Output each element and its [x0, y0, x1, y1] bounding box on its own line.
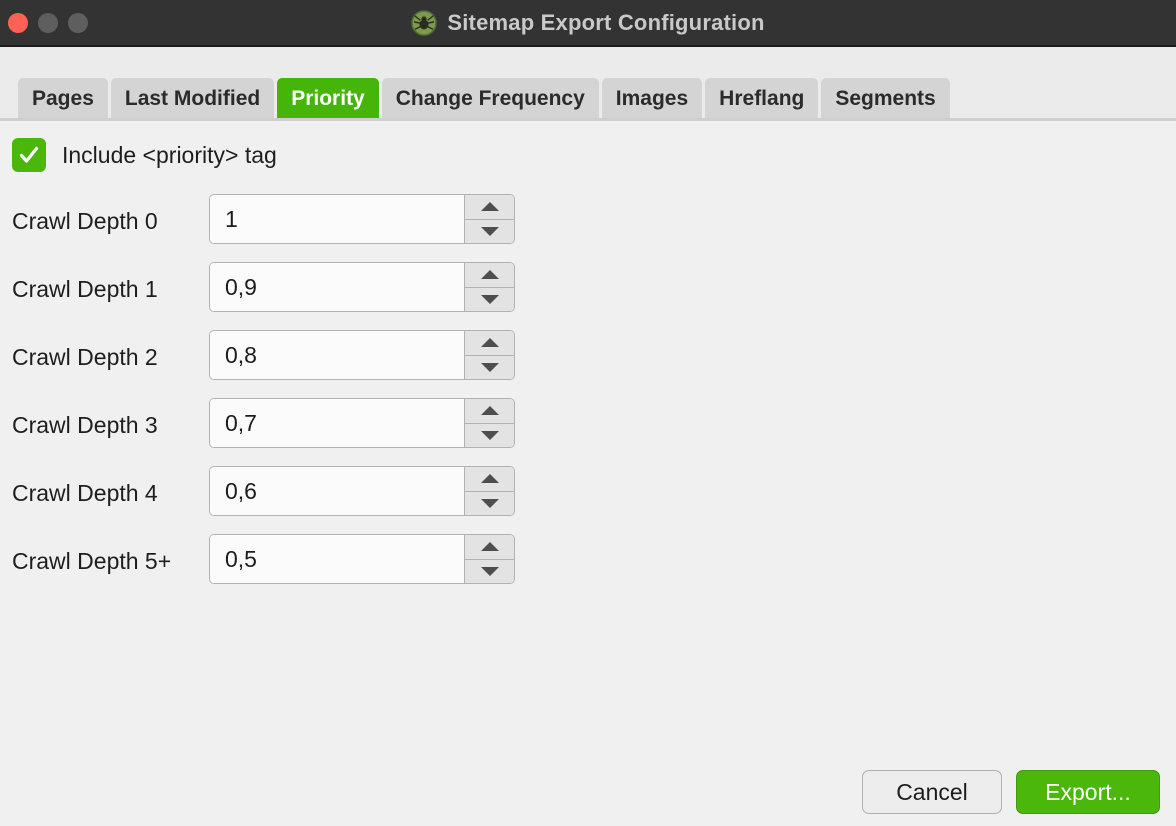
- arrow-down-icon: [480, 294, 499, 304]
- spider-logo-icon: [411, 9, 438, 36]
- close-window-button[interactable]: [8, 12, 28, 33]
- tab-bar: Pages Last Modified Priority Change Freq…: [0, 47, 1176, 121]
- tab-label: Images: [615, 87, 689, 110]
- crawl-depth-0-label: Crawl Depth 0: [12, 208, 158, 234]
- crawl-depth-row: Crawl Depth 3 0,7: [0, 398, 1176, 466]
- crawl-depth-1-decrement-button[interactable]: [465, 287, 514, 311]
- crawl-depth-1-increment-button[interactable]: [465, 263, 514, 288]
- arrow-down-icon: [480, 362, 499, 372]
- arrow-up-icon: [480, 542, 499, 552]
- tab-images[interactable]: Images: [601, 78, 703, 121]
- tab-segments[interactable]: Segments: [821, 78, 950, 121]
- crawl-depth-5plus-increment-button[interactable]: [465, 535, 514, 560]
- crawl-depth-4-input[interactable]: 0,6: [210, 467, 464, 515]
- crawl-depth-1-spinner[interactable]: 0,9: [209, 262, 515, 312]
- arrow-up-icon: [480, 406, 499, 416]
- tab-label: Segments: [835, 87, 936, 110]
- arrow-up-icon: [480, 202, 499, 212]
- window-title: Sitemap Export Configuration: [447, 9, 765, 35]
- crawl-depth-2-label: Crawl Depth 2: [12, 344, 158, 370]
- crawl-depth-3-label: Crawl Depth 3: [12, 412, 158, 438]
- crawl-depth-3-decrement-button[interactable]: [465, 423, 514, 447]
- tab-list: Pages Last Modified Priority Change Freq…: [18, 78, 950, 121]
- cancel-button[interactable]: Cancel: [862, 770, 1002, 814]
- crawl-depth-3-input[interactable]: 0,7: [210, 399, 464, 447]
- crawl-depth-row: Crawl Depth 1 0,9: [0, 262, 1176, 330]
- tab-label: Change Frequency: [395, 87, 585, 110]
- tab-pages[interactable]: Pages: [18, 78, 108, 121]
- crawl-depth-3-stepper: [464, 399, 514, 447]
- crawl-depth-row: Crawl Depth 5+ 0,5: [0, 534, 1176, 602]
- crawl-depth-2-increment-button[interactable]: [465, 331, 514, 356]
- include-priority-tag-row[interactable]: Include <priority> tag: [12, 138, 277, 172]
- crawl-depth-0-stepper: [464, 195, 514, 243]
- arrow-up-icon: [480, 474, 499, 484]
- crawl-depth-4-spinner[interactable]: 0,6: [209, 466, 515, 516]
- arrow-down-icon: [480, 566, 499, 576]
- crawl-depth-5plus-label: Crawl Depth 5+: [12, 548, 172, 574]
- tab-hreflang[interactable]: Hreflang: [705, 78, 819, 121]
- crawl-depth-4-increment-button[interactable]: [465, 467, 514, 492]
- dialog-footer: Cancel Export...: [862, 770, 1160, 814]
- include-priority-tag-label: Include <priority> tag: [62, 141, 277, 168]
- crawl-depth-4-label: Crawl Depth 4: [12, 480, 158, 506]
- crawl-depth-5plus-input[interactable]: 0,5: [210, 535, 464, 583]
- crawl-depth-0-increment-button[interactable]: [465, 195, 514, 220]
- priority-panel: Include <priority> tag Crawl Depth 0 1 C…: [0, 124, 1176, 826]
- crawl-depth-2-spinner[interactable]: 0,8: [209, 330, 515, 380]
- arrow-up-icon: [480, 338, 499, 348]
- tab-label: Pages: [32, 87, 94, 110]
- arrow-down-icon: [480, 498, 499, 508]
- crawl-depth-2-stepper: [464, 331, 514, 379]
- window-titlebar: Sitemap Export Configuration: [0, 0, 1176, 47]
- minimize-window-button[interactable]: [38, 12, 58, 33]
- window-title-group: Sitemap Export Configuration: [0, 0, 1176, 45]
- tab-label: Hreflang: [719, 87, 805, 110]
- crawl-depth-1-input[interactable]: 0,9: [210, 263, 464, 311]
- tab-bar-divider: [0, 118, 1176, 121]
- crawl-depth-3-spinner[interactable]: 0,7: [209, 398, 515, 448]
- crawl-depth-5plus-decrement-button[interactable]: [465, 559, 514, 583]
- crawl-depth-1-stepper: [464, 263, 514, 311]
- crawl-depth-row: Crawl Depth 2 0,8: [0, 330, 1176, 398]
- arrow-down-icon: [480, 226, 499, 236]
- crawl-depth-4-stepper: [464, 467, 514, 515]
- crawl-depth-5plus-stepper: [464, 535, 514, 583]
- crawl-depth-row: Crawl Depth 4 0,6: [0, 466, 1176, 534]
- export-button[interactable]: Export...: [1016, 770, 1160, 814]
- tab-label: Priority: [291, 87, 365, 110]
- crawl-depth-0-decrement-button[interactable]: [465, 219, 514, 243]
- window-controls: [8, 0, 88, 45]
- crawl-depth-2-decrement-button[interactable]: [465, 355, 514, 379]
- crawl-depth-0-input[interactable]: 1: [210, 195, 464, 243]
- crawl-depth-5plus-spinner[interactable]: 0,5: [209, 534, 515, 584]
- crawl-depth-2-input[interactable]: 0,8: [210, 331, 464, 379]
- include-priority-tag-checkbox[interactable]: [12, 138, 46, 172]
- crawl-depth-1-label: Crawl Depth 1: [12, 276, 158, 302]
- crawl-depth-3-increment-button[interactable]: [465, 399, 514, 424]
- crawl-depth-0-spinner[interactable]: 1: [209, 194, 515, 244]
- crawl-depth-row: Crawl Depth 0 1: [0, 194, 1176, 262]
- tab-last-modified[interactable]: Last Modified: [110, 78, 275, 121]
- arrow-up-icon: [480, 270, 499, 280]
- tab-priority[interactable]: Priority: [277, 78, 379, 121]
- arrow-down-icon: [480, 430, 499, 440]
- tab-change-frequency[interactable]: Change Frequency: [381, 78, 599, 121]
- maximize-window-button[interactable]: [68, 12, 88, 33]
- tab-label: Last Modified: [124, 87, 261, 110]
- crawl-depth-field-list: Crawl Depth 0 1 Crawl Depth 1 0,9 Crawl …: [0, 194, 1176, 602]
- crawl-depth-4-decrement-button[interactable]: [465, 491, 514, 515]
- checkmark-icon: [19, 146, 39, 163]
